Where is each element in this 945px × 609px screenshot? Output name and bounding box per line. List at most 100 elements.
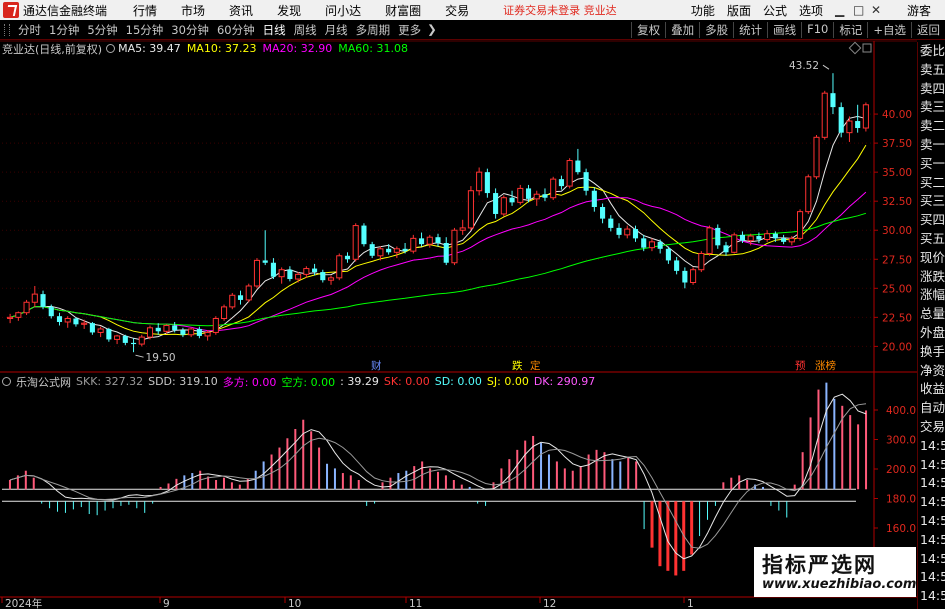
indicator-bar: [191, 473, 194, 490]
candle-body-down: [320, 272, 326, 281]
side-item[interactable]: 14:56: [918, 550, 945, 569]
indicator-bar: [374, 501, 376, 504]
side-item[interactable]: 14:56: [918, 512, 945, 531]
side-item[interactable]: 14:56: [918, 493, 945, 512]
indicator-bar: [746, 480, 749, 490]
side-item[interactable]: 14:56: [918, 456, 945, 475]
side-item[interactable]: 交易: [918, 418, 945, 437]
indicator-bar: [294, 429, 297, 490]
candle-body-down: [583, 172, 589, 191]
side-item[interactable]: 买五: [918, 230, 945, 249]
candle-body-up: [7, 316, 14, 320]
event-tag-fall[interactable]: 跌: [512, 359, 523, 372]
indicator-bar: [761, 486, 764, 490]
candle-body-down: [558, 179, 564, 187]
side-item[interactable]: 14:56: [918, 437, 945, 456]
indicator-settings-icon[interactable]: [106, 44, 116, 53]
quote-side-panel[interactable]: 委比 卖五 卖四 卖三 卖二 卖一 买一 买二 买三 买四 买五 现价 涨跌 涨幅 总量 外盘 换手 净资 收益 自动…: [917, 42, 945, 609]
candle-body-down: [855, 121, 861, 129]
side-item[interactable]: 涨跌: [918, 268, 945, 287]
date-tick-label: 12: [543, 598, 556, 609]
side-item[interactable]: 买一: [918, 155, 945, 174]
chart-gridlines: [2, 113, 874, 347]
side-item[interactable]: 卖三: [918, 98, 945, 117]
duo-value: 多方: 0.00: [222, 375, 277, 389]
side-item[interactable]: 自动: [918, 399, 945, 418]
event-tag-top-gainers[interactable]: 涨榜: [815, 359, 836, 372]
candle-body-down: [484, 172, 490, 194]
ma60-value: MA60: 31.08: [338, 42, 408, 55]
candle-body-down: [122, 335, 128, 343]
indicator-bar: [262, 461, 265, 490]
indicator-bar: [437, 471, 439, 490]
candle-body-up: [862, 104, 869, 129]
indicator-bar: [349, 475, 352, 490]
candle-body-down: [723, 245, 729, 253]
side-item[interactable]: 卖五: [918, 61, 945, 80]
side-item[interactable]: 买四: [918, 211, 945, 230]
side-item[interactable]: 14:56: [918, 474, 945, 493]
candle-body-down: [402, 248, 408, 252]
price-axis: 40.00 37.50 35.00 32.50 30.00 27.50 25.00 22.50…: [874, 109, 912, 353]
indicator-settings-icon[interactable]: [2, 377, 11, 386]
side-item[interactable]: 卖二: [918, 117, 945, 136]
candle-body-up: [393, 248, 400, 253]
price-tick-label: 27.50: [882, 254, 912, 266]
candle-body-up: [64, 318, 71, 323]
side-item[interactable]: 卖一: [918, 136, 945, 155]
indicator-bar: [270, 454, 273, 490]
candle-body-down: [106, 328, 112, 340]
candle-body-up: [846, 120, 853, 134]
side-item[interactable]: 涨幅: [918, 286, 945, 305]
watermark-title: 指标严选网: [762, 553, 877, 577]
candle-body-up: [764, 233, 771, 241]
low-price-marker: 19.50: [146, 352, 176, 364]
candle-body-up: [163, 324, 170, 332]
side-item[interactable]: 14:56: [918, 531, 945, 550]
event-tag-fixed[interactable]: 定: [530, 359, 541, 372]
candle-body-down: [509, 197, 515, 203]
chart-frame: [0, 40, 917, 598]
candle-body-down: [369, 244, 375, 256]
candle-body-up: [533, 193, 540, 200]
side-item[interactable]: 买三: [918, 192, 945, 211]
candle-body-up: [706, 227, 713, 254]
price-info-line: 竞业达(日线,前复权) MA5: 39.47 MA10: 37.23 MA20:…: [2, 41, 408, 56]
indicator-info-line: 乐淘公式网 SKK: 327.32 SDD: 319.10 多方: 0.00 空…: [2, 374, 600, 389]
event-tag-forecast[interactable]: 预: [795, 360, 806, 372]
candle-body-down: [616, 227, 622, 235]
side-item[interactable]: 净资: [918, 362, 945, 381]
side-item[interactable]: 14:56: [918, 587, 945, 606]
sj-value: SJ: 0.00: [486, 375, 529, 388]
candle-body-down: [196, 328, 202, 336]
indicator-bar: [104, 501, 106, 511]
stock-label[interactable]: 竞业达(日线,前复权): [2, 41, 102, 57]
side-item[interactable]: 总量: [918, 305, 945, 324]
side-item[interactable]: 外盘: [918, 324, 945, 343]
candle-body-down: [575, 160, 581, 173]
side-item[interactable]: 委比: [918, 42, 945, 61]
side-item[interactable]: 收益: [918, 380, 945, 399]
indicator-bar: [524, 440, 527, 490]
candle-body-down: [386, 248, 392, 253]
candle-body-up: [410, 237, 417, 252]
side-item[interactable]: 14:56: [918, 568, 945, 587]
indicator-bar: [80, 501, 82, 508]
candle-body-up: [229, 294, 236, 308]
side-item[interactable]: 卖四: [918, 80, 945, 99]
indicator-bar: [128, 501, 130, 505]
candle-body-up: [352, 225, 359, 260]
indicator-bar: [540, 442, 543, 490]
kline-chart[interactable]: 43.52 19.50 财 跌 定 预 涨榜 40.00 37.50 35.00 32…: [0, 0, 945, 609]
indicator-name[interactable]: 乐淘公式网: [16, 374, 71, 390]
indicator-bar: [595, 449, 598, 490]
side-item[interactable]: 换手: [918, 343, 945, 362]
side-item[interactable]: 现价: [918, 249, 945, 268]
candle-body-down: [287, 269, 293, 280]
watermark-url: www.xuezhibiao.com: [762, 577, 917, 592]
candle-body-up: [245, 285, 252, 301]
event-tag-finance[interactable]: 财: [371, 359, 382, 372]
indicator-bar: [666, 501, 670, 571]
candle-body-up: [517, 187, 524, 203]
side-item[interactable]: 买二: [918, 174, 945, 193]
